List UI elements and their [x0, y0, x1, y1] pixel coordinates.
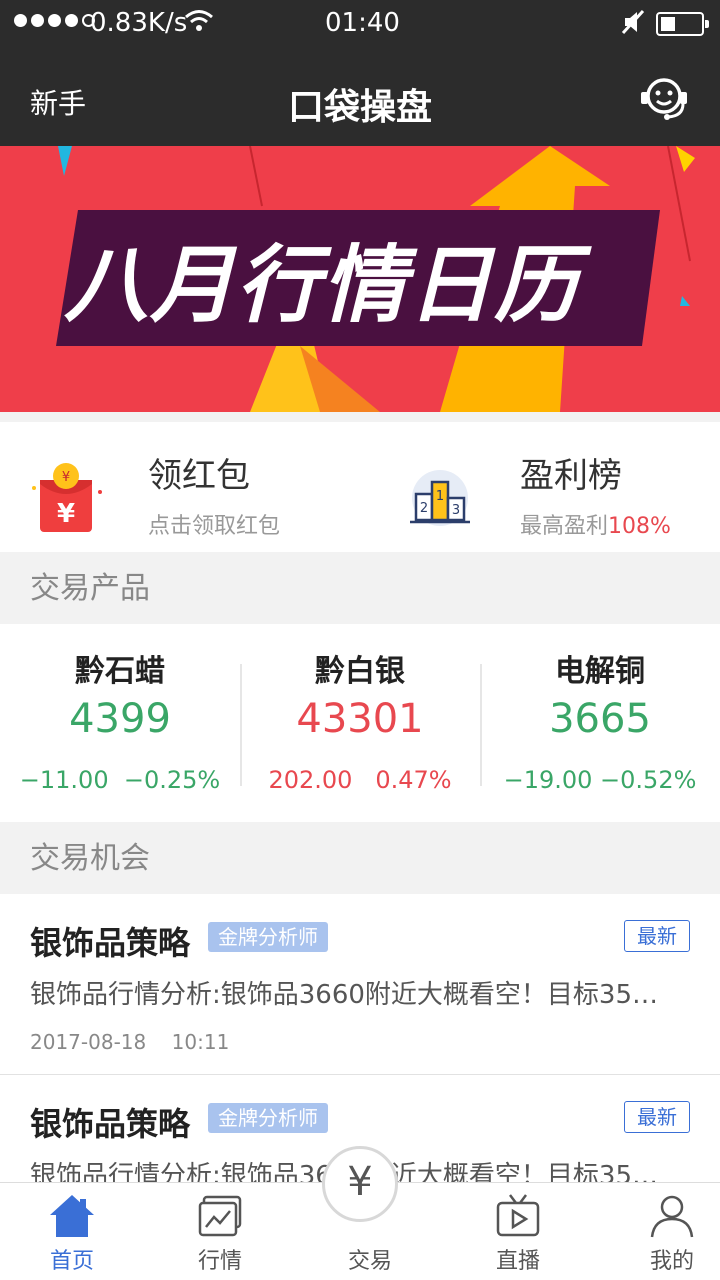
svg-text:¥: ¥: [57, 499, 75, 529]
tab-live[interactable]: 直播: [446, 1183, 590, 1280]
yen-icon: ¥: [347, 1159, 373, 1205]
tab-home[interactable]: 首页: [0, 1183, 144, 1280]
product-price: 4399: [69, 696, 171, 742]
battery-icon: [656, 12, 709, 36]
analyst-badge: 金牌分析师: [208, 922, 328, 952]
clock: 01:40: [325, 8, 400, 38]
wifi-icon: [185, 10, 213, 31]
section-trading-opportunities: 交易机会: [0, 824, 720, 894]
product-change-percent: −0.52%: [600, 766, 697, 794]
page-title: 口袋操盘: [287, 87, 432, 128]
strategy-title: 银饰品策略: [30, 924, 191, 962]
product-card[interactable]: 黔石蜡 4399 −11.00 −0.25%: [0, 624, 240, 822]
product-name: 黔石蜡: [75, 654, 165, 689]
product-change-percent: 0.47%: [375, 766, 452, 794]
live-tv-icon: [496, 1194, 540, 1237]
market-chart-icon: [198, 1195, 242, 1237]
profit-ranking-value: 108%: [608, 514, 671, 539]
product-price: 43301: [296, 696, 424, 742]
promo-row: ¥ ¥ 领红包 点击领取红包 2 1 3 盈利榜 最高盈利108%: [0, 422, 720, 552]
new-tag: 最新: [624, 920, 690, 952]
product-change: −11.00 −0.25%: [0, 766, 240, 794]
tab-home-label: 首页: [49, 1249, 94, 1274]
profit-ranking-label: 最高盈利: [520, 514, 609, 539]
home-icon: [50, 1195, 94, 1237]
red-packet-entry[interactable]: ¥ ¥ 领红包 点击领取红包: [0, 422, 360, 552]
mute-icon: [621, 9, 645, 35]
banner-title: 八月行情日历: [64, 236, 581, 334]
product-list: 黔石蜡 4399 −11.00 −0.25% 黔白银 43301 202.00 …: [0, 624, 720, 822]
product-change: 202.00 0.47%: [240, 766, 480, 794]
promo-banner[interactable]: 八月行情日历: [0, 146, 720, 412]
strategy-datetime: 2017-08-18 10:11: [30, 1030, 229, 1054]
product-name: 黔白银: [315, 654, 405, 689]
section-trading-products: 交易产品: [0, 554, 720, 624]
tab-live-label: 直播: [495, 1249, 540, 1274]
tab-trade-label: 交易: [347, 1249, 392, 1274]
tab-mine[interactable]: 我的: [600, 1183, 720, 1280]
strategy-card[interactable]: 银饰品策略 金牌分析师 最新 银饰品行情分析:银饰品3660附近大概看空！目标3…: [0, 894, 720, 1074]
customer-support-icon[interactable]: [638, 72, 690, 124]
signal-icon: [14, 14, 95, 27]
profit-ranking-subtitle: 最高盈利108%: [520, 508, 671, 540]
tab-market[interactable]: 行情: [148, 1183, 292, 1280]
trade-button[interactable]: ¥: [322, 1146, 398, 1222]
new-tag: 最新: [624, 1101, 690, 1133]
product-change-value: −11.00: [19, 766, 109, 794]
product-name: 电解铜: [555, 654, 645, 689]
strategy-description: 银饰品行情分析:银饰品3660附近大概看空！目标35…: [30, 980, 659, 1010]
profit-ranking-entry[interactable]: 2 1 3 盈利榜 最高盈利108%: [360, 422, 720, 552]
user-icon: [650, 1195, 694, 1238]
red-packet-subtitle: 点击领取红包: [148, 514, 281, 539]
red-packet-title: 领红包: [148, 456, 250, 496]
product-change-percent: −0.25%: [123, 766, 221, 794]
analyst-badge: 金牌分析师: [208, 1103, 328, 1133]
red-packet-icon: ¥ ¥: [32, 463, 102, 532]
product-change: −19.00 −0.52%: [480, 766, 720, 794]
status-bar: 0.83K/s 01:40: [0, 0, 720, 46]
strategy-title: 银饰品策略: [30, 1105, 191, 1143]
product-change-value: 202.00: [268, 766, 353, 794]
podium-icon: 2 1 3: [410, 470, 470, 526]
profit-ranking-title: 盈利榜: [520, 456, 622, 496]
tab-mine-label: 我的: [649, 1249, 694, 1274]
svg-text:¥: ¥: [62, 470, 70, 485]
app-header: 新手 口袋操盘: [0, 46, 720, 146]
svg-text:2: 2: [420, 501, 428, 516]
product-change-value: −19.00: [503, 766, 593, 794]
product-card[interactable]: 黔白银 43301 202.00 0.47%: [240, 624, 480, 822]
svg-text:3: 3: [452, 503, 460, 518]
svg-text:1: 1: [436, 489, 444, 504]
product-card[interactable]: 电解铜 3665 −19.00 −0.52%: [480, 624, 720, 822]
strategy-time: 10:11: [171, 1030, 230, 1054]
tab-market-label: 行情: [197, 1249, 242, 1274]
product-price: 3665: [549, 696, 651, 742]
network-speed: 0.83K/s: [90, 8, 188, 38]
strategy-date: 2017-08-18: [30, 1030, 147, 1054]
